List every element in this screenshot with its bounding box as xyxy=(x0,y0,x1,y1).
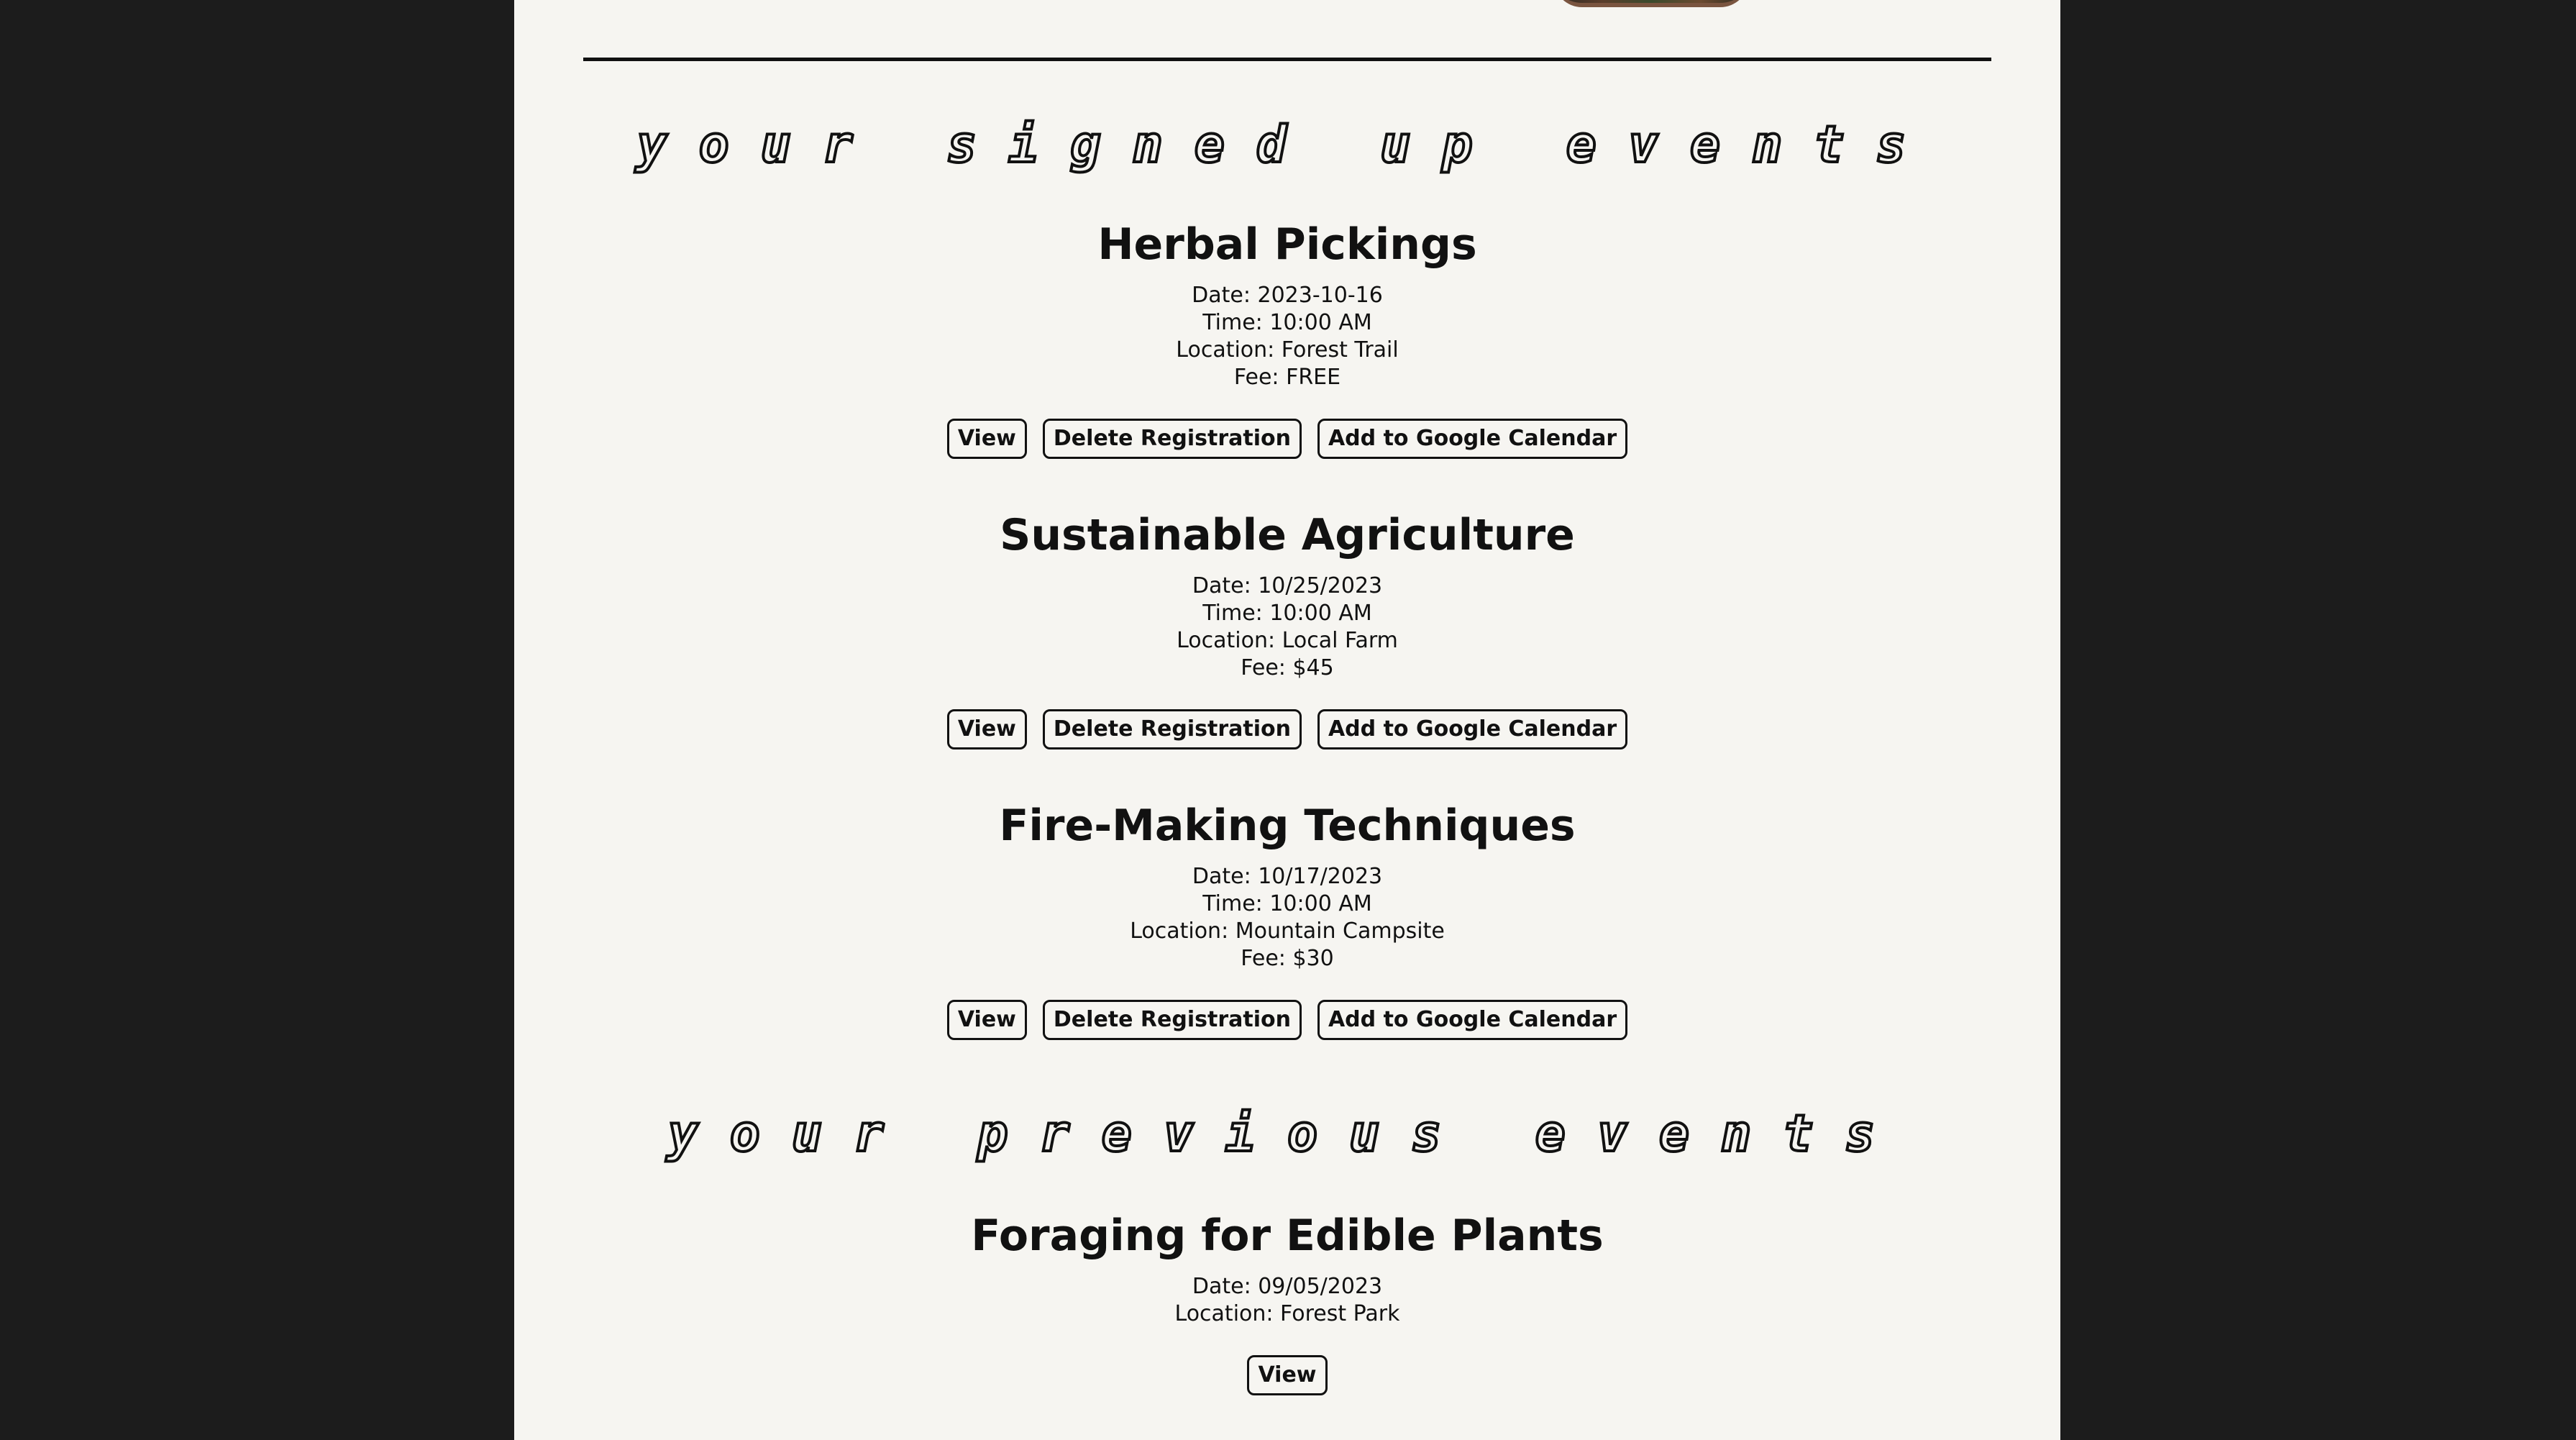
view-button[interactable]: View xyxy=(946,419,1027,459)
event-location: Location: Forest Park xyxy=(1174,1301,1400,1326)
delete-registration-button[interactable]: Delete Registration xyxy=(1042,709,1302,749)
event-time: Time: 10:00 AM xyxy=(1202,601,1372,626)
event-actions: View Delete Registration Add to Google C… xyxy=(514,1000,2060,1040)
event-title: Herbal Pickings xyxy=(1097,219,1477,270)
event-details: Date: 10/17/2023 Time: 10:00 AM Location… xyxy=(514,863,2060,972)
event-actions: View Delete Registration Add to Google C… xyxy=(514,419,2060,459)
previous-events-heading: your previous events xyxy=(667,1103,1907,1165)
event-time: Time: 10:00 AM xyxy=(1202,891,1372,916)
section-divider xyxy=(583,58,1991,61)
event-date: Date: 10/25/2023 xyxy=(1192,573,1383,598)
event-card: Fire-Making Techniques Date: 10/17/2023 … xyxy=(514,797,2060,1040)
event-location: Location: Local Farm xyxy=(1177,628,1398,653)
event-title: Sustainable Agriculture xyxy=(1000,510,1575,560)
view-button[interactable]: View xyxy=(946,1000,1027,1040)
view-button[interactable]: View xyxy=(946,709,1027,749)
event-card: Herbal Pickings Date: 2023-10-16 Time: 1… xyxy=(514,216,2060,459)
delete-registration-button[interactable]: Delete Registration xyxy=(1042,419,1302,459)
view-button[interactable]: View xyxy=(1247,1355,1328,1395)
event-title: Foraging for Edible Plants xyxy=(971,1211,1604,1261)
event-time: Time: 10:00 AM xyxy=(1202,310,1372,335)
event-date: Date: 2023-10-16 xyxy=(1192,283,1383,308)
main-content: your signed up events Herbal Pickings Da… xyxy=(514,0,2060,1440)
add-to-google-calendar-button[interactable]: Add to Google Calendar xyxy=(1317,1000,1628,1040)
add-to-google-calendar-button[interactable]: Add to Google Calendar xyxy=(1317,419,1628,459)
delete-registration-button[interactable]: Delete Registration xyxy=(1042,1000,1302,1040)
event-actions: View Delete Registration Add to Google C… xyxy=(514,709,2060,749)
event-location: Location: Forest Trail xyxy=(1176,337,1399,363)
event-date: Date: 09/05/2023 xyxy=(1192,1274,1383,1299)
event-banner-image xyxy=(1553,0,1749,7)
event-details: Date: 09/05/2023 Location: Forest Park xyxy=(514,1273,2060,1328)
event-actions: View xyxy=(514,1355,2060,1395)
event-fee: Fee: $45 xyxy=(1241,655,1334,680)
event-location: Location: Mountain Campsite xyxy=(1130,919,1445,944)
event-title: Fire-Making Techniques xyxy=(999,801,1576,851)
event-details: Date: 10/25/2023 Time: 10:00 AM Location… xyxy=(514,573,2060,682)
event-details: Date: 2023-10-16 Time: 10:00 AM Location… xyxy=(514,282,2060,391)
event-fee: Fee: FREE xyxy=(1233,365,1341,390)
previous-event-card: Foraging for Edible Plants Date: 09/05/2… xyxy=(514,1207,2060,1395)
signed-up-events-heading: your signed up events xyxy=(635,114,1938,176)
event-fee: Fee: $30 xyxy=(1241,946,1334,971)
add-to-google-calendar-button[interactable]: Add to Google Calendar xyxy=(1317,709,1628,749)
event-card: Sustainable Agriculture Date: 10/25/2023… xyxy=(514,506,2060,749)
event-date: Date: 10/17/2023 xyxy=(1192,864,1383,889)
